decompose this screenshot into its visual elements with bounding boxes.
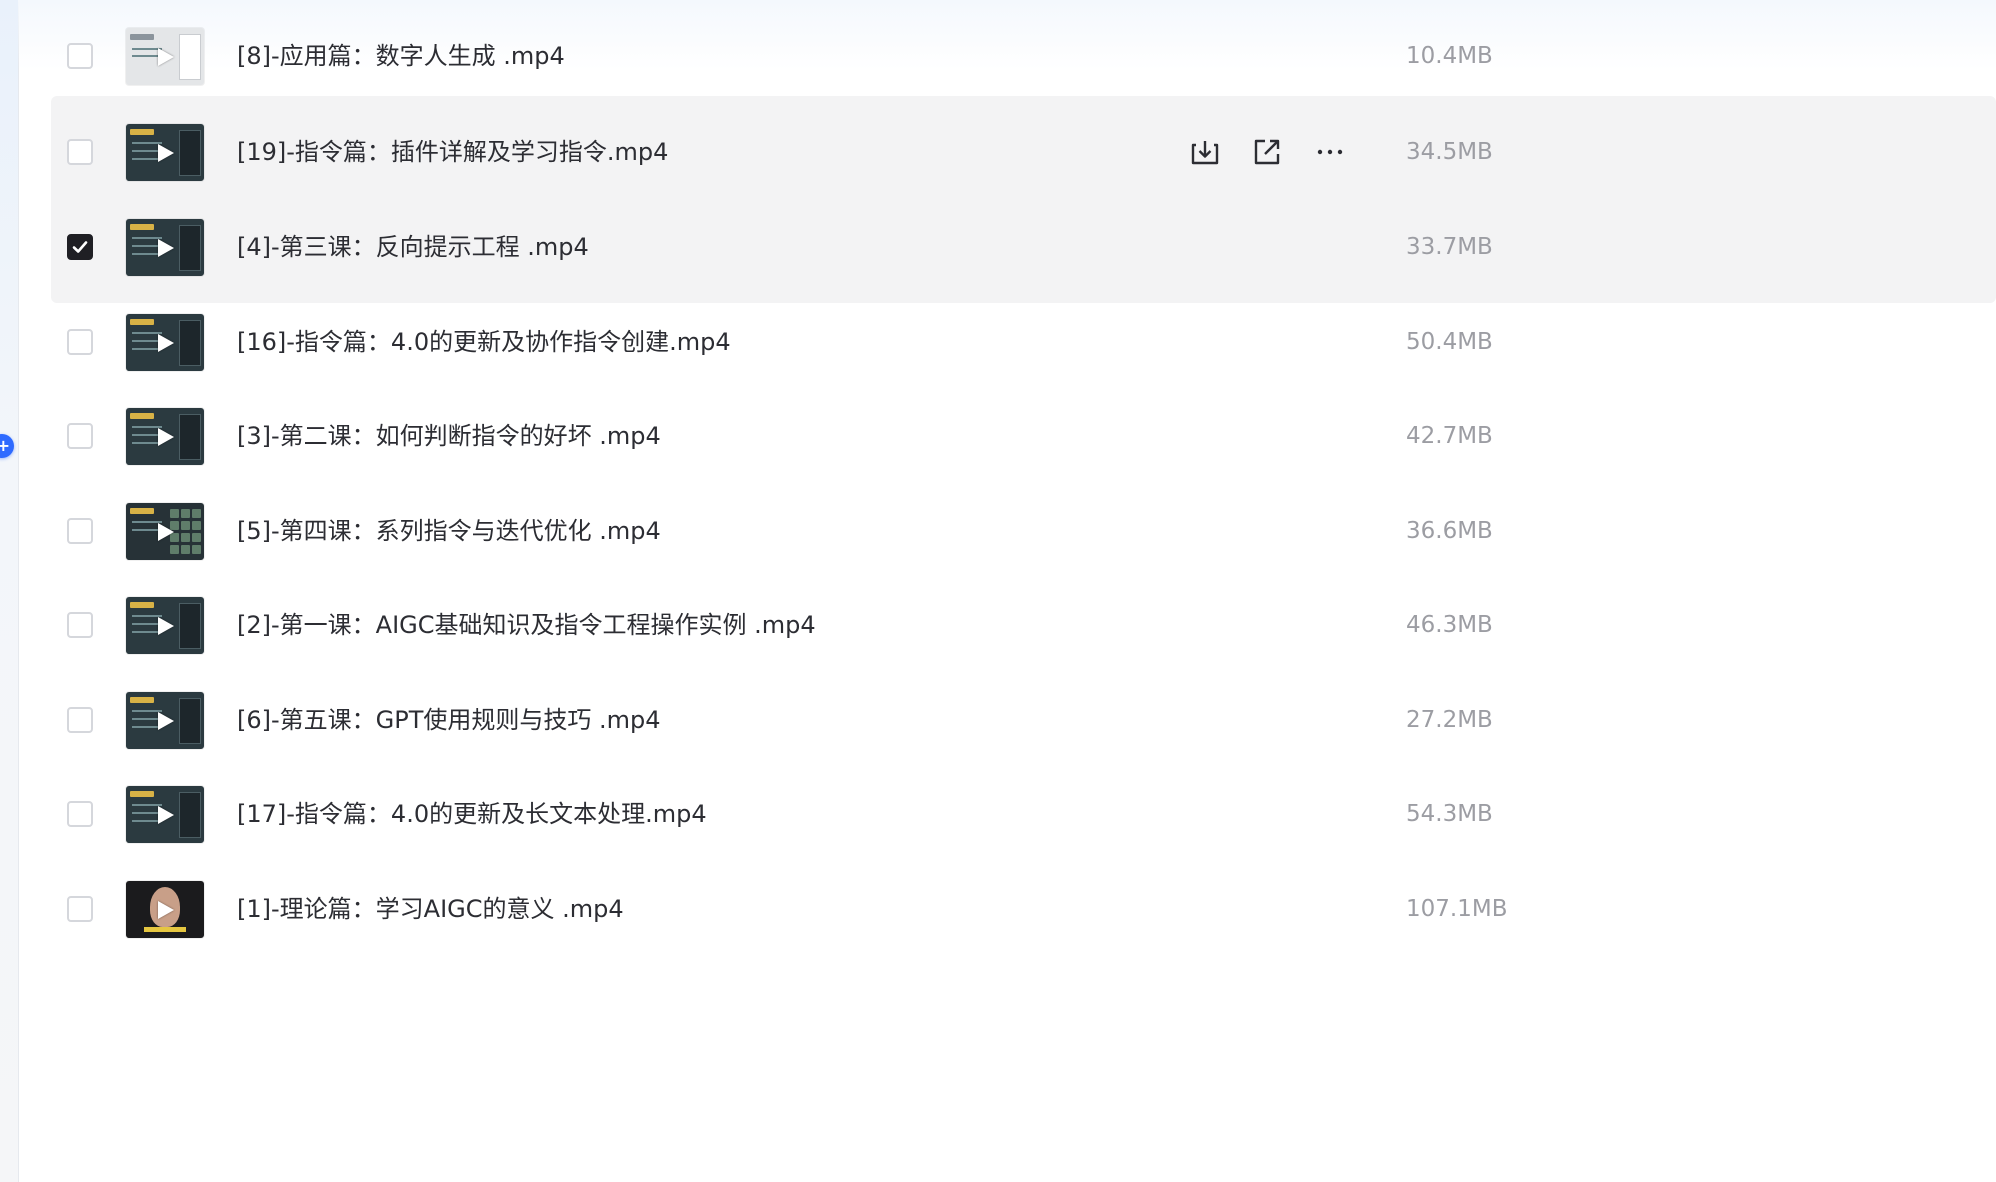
file-size: 33.7MB <box>1406 234 1493 260</box>
file-name[interactable]: [4]-第三课：反向提示工程 .mp4 <box>237 229 589 265</box>
file-name[interactable]: [3]-第二课：如何判断指令的好坏 .mp4 <box>237 418 661 454</box>
video-thumbnail[interactable] <box>126 597 204 654</box>
play-icon <box>158 239 174 257</box>
file-size: 107.1MB <box>1406 896 1508 922</box>
file-checkbox[interactable] <box>67 518 93 544</box>
play-icon <box>158 144 174 162</box>
file-name[interactable]: [8]-应用篇：数字人生成 .mp4 <box>237 38 565 74</box>
play-icon <box>158 334 174 352</box>
file-checkbox[interactable] <box>67 896 93 922</box>
more-icon[interactable] <box>1310 132 1350 172</box>
file-checkbox[interactable] <box>67 423 93 449</box>
file-name[interactable]: [16]-指令篇：4.0的更新及协作指令创建.mp4 <box>237 324 731 360</box>
file-checkbox[interactable] <box>67 707 93 733</box>
left-panel-edge <box>0 0 19 1182</box>
file-size: 10.4MB <box>1406 43 1493 69</box>
play-icon <box>158 428 174 446</box>
file-checkbox[interactable] <box>67 801 93 827</box>
video-thumbnail[interactable] <box>126 28 204 85</box>
file-size: 34.5MB <box>1406 139 1493 165</box>
video-thumbnail[interactable] <box>126 314 204 371</box>
video-thumbnail[interactable] <box>126 408 204 465</box>
video-thumbnail[interactable] <box>126 503 204 560</box>
video-thumbnail[interactable] <box>126 219 204 276</box>
play-icon <box>158 523 174 541</box>
file-checkbox[interactable] <box>67 234 93 260</box>
play-icon <box>158 617 174 635</box>
file-name[interactable]: [17]-指令篇：4.0的更新及长文本处理.mp4 <box>237 796 707 832</box>
play-icon <box>158 806 174 824</box>
file-row[interactable]: [1]-理论篇：学习AIGC的意义 .mp4 107.1MB <box>51 853 1996 965</box>
file-name[interactable]: [5]-第四课：系列指令与迭代优化 .mp4 <box>237 513 661 549</box>
share-icon[interactable] <box>1247 132 1287 172</box>
play-icon <box>158 712 174 730</box>
file-size: 54.3MB <box>1406 801 1493 827</box>
file-checkbox[interactable] <box>67 612 93 638</box>
play-icon <box>158 48 174 66</box>
play-icon <box>158 901 174 919</box>
video-thumbnail[interactable] <box>126 786 204 843</box>
file-size: 50.4MB <box>1406 329 1493 355</box>
file-name[interactable]: [19]-指令篇：插件详解及学习指令.mp4 <box>237 134 668 170</box>
file-size: 27.2MB <box>1406 707 1493 733</box>
file-size: 46.3MB <box>1406 612 1493 638</box>
file-checkbox[interactable] <box>67 43 93 69</box>
video-thumbnail[interactable] <box>126 124 204 181</box>
file-checkbox[interactable] <box>67 329 93 355</box>
file-size: 42.7MB <box>1406 423 1493 449</box>
video-thumbnail[interactable] <box>126 881 204 938</box>
file-size: 36.6MB <box>1406 518 1493 544</box>
download-icon[interactable] <box>1185 132 1225 172</box>
row-actions <box>1185 132 1355 172</box>
file-name[interactable]: [1]-理论篇：学习AIGC的意义 .mp4 <box>237 891 624 927</box>
file-name[interactable]: [2]-第一课：AIGC基础知识及指令工程操作实例 .mp4 <box>237 607 816 643</box>
file-checkbox[interactable] <box>67 139 93 165</box>
checkmark-icon <box>72 241 88 253</box>
file-name[interactable]: [6]-第五课：GPT使用规则与技巧 .mp4 <box>237 702 661 738</box>
video-thumbnail[interactable] <box>126 692 204 749</box>
